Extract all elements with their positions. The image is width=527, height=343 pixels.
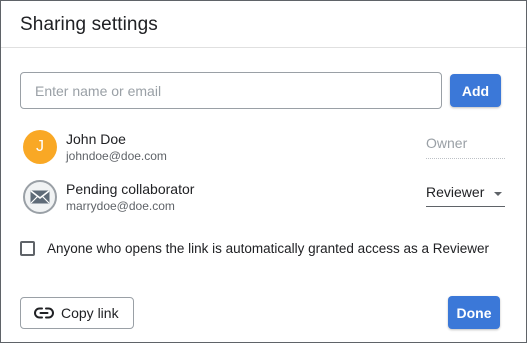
auto-access-checkbox[interactable] [20,241,35,256]
copy-link-button[interactable]: Copy link [20,297,134,329]
collaborator-email: johndoe@doe.com [66,149,167,163]
avatar-initial: J [36,138,44,155]
collaborator-row: Pending collaborator marrydoe@doe.com Re… [23,178,505,216]
copy-link-label: Copy link [61,305,119,321]
collaborator-email: marrydoe@doe.com [66,199,175,213]
collaborator-row: J John Doe johndoe@doe.com Owner [23,128,505,166]
link-icon [34,307,54,319]
role-select[interactable]: Reviewer [426,181,505,207]
role-select-value: Reviewer [426,184,485,200]
auto-access-label: Anyone who opens the link is automatical… [47,241,489,256]
owner-role-label: Owner [426,135,505,159]
add-button[interactable]: Add [450,74,501,107]
invite-input[interactable] [20,72,442,109]
done-button[interactable]: Done [448,296,500,329]
dialog-header: Sharing settings [1,1,526,48]
auto-access-option: Anyone who opens the link is automatical… [20,239,510,259]
envelope-icon [30,190,50,204]
avatar [23,180,57,214]
collaborator-name: John Doe [66,131,126,147]
avatar: J [23,130,57,164]
chevron-down-icon [494,192,502,196]
sharing-settings-dialog: Sharing settings Add J John Doe johndoe@… [0,0,527,343]
collaborator-name: Pending collaborator [66,181,195,197]
dialog-title: Sharing settings [20,14,158,35]
